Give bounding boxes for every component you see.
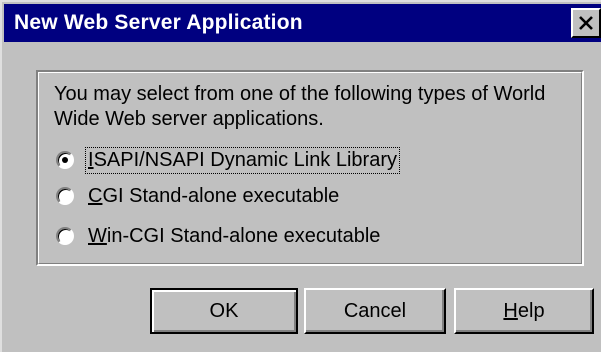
dialog-window: New Web Server Application You may selec… xyxy=(0,0,601,352)
option-isapi-dll[interactable]: ISAPI/NSAPI Dynamic Link Library xyxy=(56,146,400,174)
option-cgi-executable[interactable]: CGI Stand-alone executable xyxy=(56,182,341,210)
radio-button-cgi-executable[interactable] xyxy=(56,187,74,205)
dialog-title: New Web Server Application xyxy=(14,11,303,34)
close-button[interactable] xyxy=(571,8,601,38)
radio-button-isapi-dll[interactable] xyxy=(56,151,74,169)
title-bar[interactable]: New Web Server Application xyxy=(4,4,601,42)
close-icon xyxy=(579,16,593,30)
option-win-cgi-executable[interactable]: Win-CGI Stand-alone executable xyxy=(56,222,382,250)
group-description: You may select from one of the following… xyxy=(54,83,546,130)
option-label-isapi-dll[interactable]: ISAPI/NSAPI Dynamic Link Library xyxy=(85,146,400,174)
ok-button[interactable]: OK xyxy=(150,288,298,334)
option-label-win-cgi-executable[interactable]: Win-CGI Stand-alone executable xyxy=(86,224,382,249)
help-button[interactable]: Help xyxy=(454,288,594,334)
radio-button-win-cgi-executable[interactable] xyxy=(56,227,74,245)
cancel-button[interactable]: Cancel xyxy=(304,288,446,334)
option-label-cgi-executable[interactable]: CGI Stand-alone executable xyxy=(86,184,341,209)
radio-selected-dot xyxy=(62,157,68,163)
application-type-group: You may select from one of the following… xyxy=(36,70,584,266)
